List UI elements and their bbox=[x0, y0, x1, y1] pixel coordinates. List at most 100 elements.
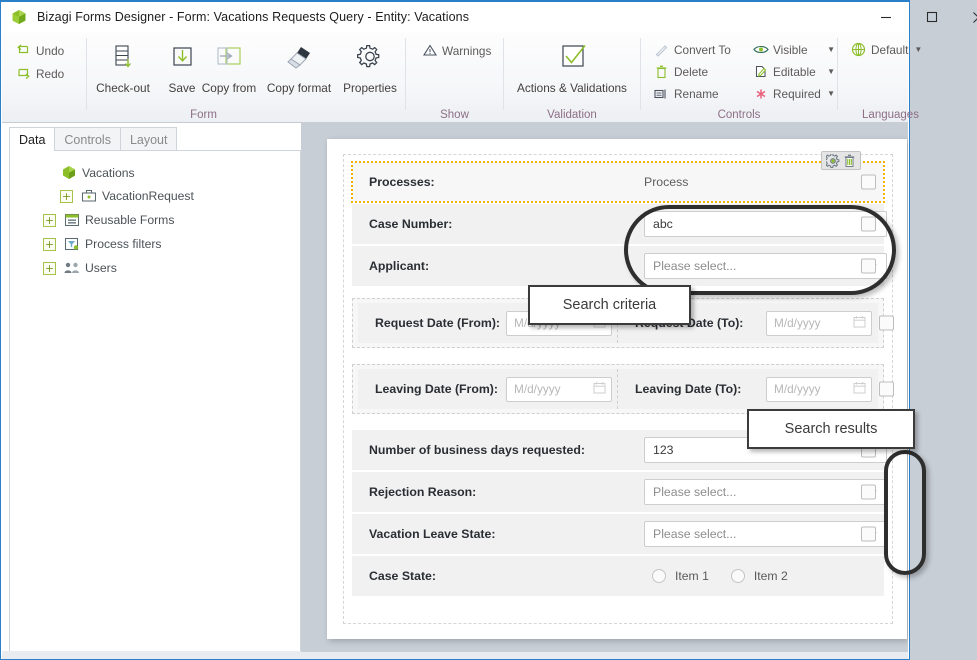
convert-to-button[interactable]: Convert To bbox=[652, 39, 731, 60]
minimize-button[interactable] bbox=[863, 2, 909, 32]
calendar-icon[interactable] bbox=[593, 381, 606, 397]
copy-from-icon bbox=[213, 38, 245, 80]
leaving-date-to-checkbox[interactable] bbox=[879, 381, 894, 397]
case-state-radio-group[interactable]: Item 1 Item 2 bbox=[652, 569, 801, 583]
tree-item-users[interactable]: + Users bbox=[43, 261, 117, 275]
redo-label: Redo bbox=[36, 66, 65, 81]
case-state-radio-2[interactable] bbox=[730, 569, 745, 583]
undo-label: Undo bbox=[36, 43, 65, 58]
close-button[interactable] bbox=[955, 2, 977, 32]
expander-plus-icon[interactable]: + bbox=[60, 189, 73, 203]
case-state-label: Case State: bbox=[369, 569, 436, 583]
leaving-date-to-label: Leaving Date (To): bbox=[635, 382, 742, 396]
tree-item-vacationrequest[interactable]: + VacationRequest bbox=[60, 189, 194, 203]
copy-format-icon bbox=[282, 38, 316, 80]
required-label: Required bbox=[773, 86, 821, 101]
visible-dropdown[interactable]: Visible ▼ bbox=[751, 39, 835, 60]
tab-data[interactable]: Data bbox=[9, 127, 56, 151]
actions-validations-button[interactable]: Actions & Validations bbox=[509, 38, 635, 95]
eye-icon bbox=[751, 44, 770, 55]
case-state-radio-1[interactable] bbox=[652, 569, 666, 583]
delete-icon[interactable] bbox=[841, 154, 858, 168]
panel-tabs: Data Controls Layout bbox=[9, 127, 301, 151]
visible-label: Visible bbox=[773, 42, 808, 57]
properties-button[interactable]: Properties bbox=[336, 38, 404, 95]
form-row-vacation-leave-state[interactable]: Vacation Leave State: Please select... ▼ bbox=[352, 514, 887, 554]
applicant-select[interactable]: Please select... ▼ bbox=[644, 253, 887, 279]
form-row-rejection-reason[interactable]: Rejection Reason: Please select... ▼ bbox=[352, 472, 887, 512]
tree-item-reusable-forms[interactable]: + Reusable Forms bbox=[43, 213, 174, 227]
warnings-label: Warnings bbox=[442, 43, 492, 58]
leaving-date-to-input[interactable]: M/d/yyyy bbox=[766, 376, 872, 402]
copy-from-button[interactable]: Copy from bbox=[194, 38, 264, 95]
actions-validations-label: Actions & Validations bbox=[517, 81, 627, 95]
ribbon-group-validation: Actions & Validations Validation bbox=[504, 32, 640, 123]
vacation-leave-state-label: Vacation Leave State: bbox=[369, 527, 496, 541]
tab-controls[interactable]: Controls bbox=[54, 127, 121, 151]
editable-dropdown[interactable]: Editable ▼ bbox=[751, 61, 835, 82]
rename-button[interactable]: Rename bbox=[652, 83, 719, 104]
chevron-down-icon: ▼ bbox=[827, 45, 835, 54]
leaving-date-row: Leaving Date (From): M/d/yyyy Leaving Da… bbox=[358, 369, 894, 409]
convert-to-label: Convert To bbox=[674, 42, 731, 57]
form-row-processes[interactable]: Processes: Process bbox=[351, 151, 885, 203]
ribbon-group-controls: Convert To Delete Rename Visible ▼ Edita… bbox=[641, 32, 837, 123]
ribbon-group-form: Undo Redo Check-out Save Copy from Copy … bbox=[2, 32, 405, 123]
maximize-button[interactable] bbox=[909, 2, 955, 32]
row-tools[interactable] bbox=[821, 151, 861, 170]
tab-controls-label: Controls bbox=[64, 132, 111, 147]
case-number-row-checkbox[interactable] bbox=[861, 216, 876, 232]
vacation-leave-state-row-checkbox[interactable] bbox=[861, 526, 876, 542]
check-out-button[interactable]: Check-out bbox=[90, 38, 156, 95]
processes-row-checkbox[interactable] bbox=[861, 174, 876, 190]
tree-item-label: Vacations bbox=[82, 165, 135, 180]
undo-button[interactable]: Undo bbox=[14, 40, 64, 61]
undo-icon bbox=[14, 44, 33, 57]
copy-from-label: Copy from bbox=[201, 81, 257, 95]
rejection-reason-label: Rejection Reason: bbox=[369, 485, 477, 499]
request-date-to-input[interactable]: M/d/yyyy bbox=[766, 310, 872, 336]
applicant-row-checkbox[interactable] bbox=[861, 258, 876, 274]
request-date-to-checkbox[interactable] bbox=[879, 315, 894, 331]
vacation-leave-state-field-wrap: Please select... ▼ bbox=[644, 521, 887, 547]
calendar-icon[interactable] bbox=[853, 381, 866, 397]
expander-plus-icon[interactable]: + bbox=[43, 261, 56, 275]
redo-button[interactable]: Redo bbox=[14, 63, 64, 84]
tab-layout[interactable]: Layout bbox=[119, 127, 178, 151]
rejection-reason-row-checkbox[interactable] bbox=[861, 484, 876, 500]
cube-icon bbox=[60, 165, 78, 180]
chevron-down-icon: ▼ bbox=[914, 45, 923, 54]
case-number-input[interactable]: abc bbox=[644, 211, 887, 237]
copy-format-button[interactable]: Copy format bbox=[260, 38, 338, 95]
processes-value: Process bbox=[644, 175, 689, 189]
expander-plus-icon[interactable]: + bbox=[43, 237, 56, 251]
default-language-dropdown[interactable]: Default ▼ bbox=[849, 39, 922, 60]
expander-plus-icon[interactable]: + bbox=[43, 213, 56, 227]
form-row-case-state[interactable]: Case State: Item 1 Item 2 bbox=[352, 556, 884, 596]
leaving-date-from-input[interactable]: M/d/yyyy bbox=[506, 376, 612, 402]
annotation-label-search-criteria: Search criteria bbox=[528, 285, 691, 325]
form-row-case-number[interactable]: Case Number: abc bbox=[352, 204, 887, 244]
rejection-reason-select-value: Please select... bbox=[653, 485, 737, 499]
case-number-label: Case Number: bbox=[369, 217, 453, 231]
asterisk-icon bbox=[751, 88, 770, 100]
gear-icon bbox=[354, 38, 386, 80]
tree-item-label: Users bbox=[85, 261, 117, 275]
globe-icon bbox=[849, 42, 868, 57]
vacation-leave-state-select[interactable]: Please select... ▼ bbox=[644, 521, 887, 547]
form-row-applicant[interactable]: Applicant: Please select... ▼ bbox=[352, 246, 887, 286]
check-out-icon bbox=[108, 38, 138, 80]
delete-button[interactable]: Delete bbox=[652, 61, 708, 82]
rejection-reason-select[interactable]: Please select... ▼ bbox=[644, 479, 887, 505]
save-icon bbox=[167, 38, 197, 80]
warnings-button[interactable]: Warnings bbox=[420, 40, 491, 61]
tree-item-process-filters[interactable]: + Process filters bbox=[43, 237, 162, 251]
configure-icon[interactable] bbox=[824, 153, 841, 168]
tree-item-vacations[interactable]: Vacations bbox=[60, 165, 135, 180]
calendar-icon[interactable] bbox=[853, 315, 866, 331]
form-card: Processes: Process Case Number: abc Appl… bbox=[327, 139, 907, 639]
required-dropdown[interactable]: Required ▼ bbox=[751, 83, 835, 104]
form-cell-leaving-date-to[interactable]: Leaving Date (To): M/d/yyyy bbox=[618, 369, 894, 409]
tree-item-label: VacationRequest bbox=[102, 189, 194, 203]
form-cell-leaving-date-from[interactable]: Leaving Date (From): M/d/yyyy bbox=[358, 369, 634, 409]
